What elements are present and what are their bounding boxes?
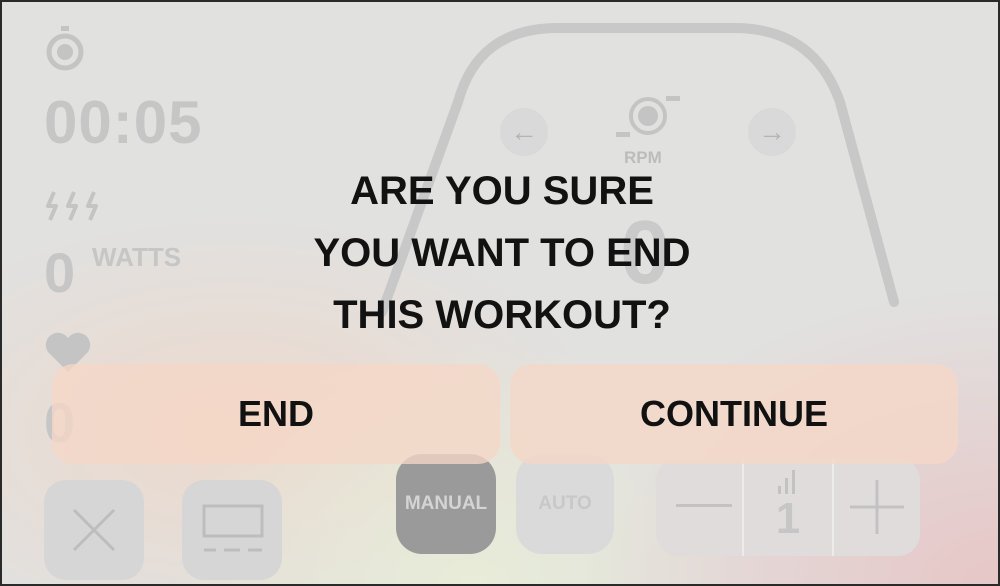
dialog-message-line: YOU WANT TO END [313, 231, 691, 275]
dialog-message-line: ARE YOU SURE [350, 169, 654, 213]
end-workout-dialog: ARE YOU SURE YOU WANT TO END THIS WORKOU… [2, 2, 998, 584]
end-button[interactable]: END [52, 364, 500, 464]
continue-button[interactable]: CONTINUE [510, 364, 958, 464]
dialog-message-line: THIS WORKOUT? [333, 293, 671, 337]
dialog-message: ARE YOU SURE YOU WANT TO END THIS WORKOU… [2, 160, 998, 346]
workout-screen: 00:05 0 WATTS 0 ← → [0, 0, 1000, 586]
